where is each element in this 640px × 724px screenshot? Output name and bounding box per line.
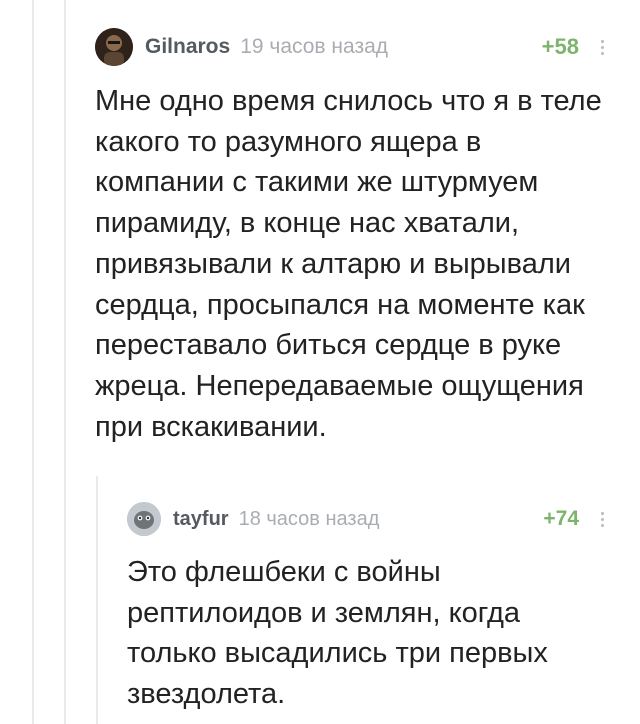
thread-line-reply[interactable]	[96, 476, 98, 724]
user-avatar-icon[interactable]	[95, 28, 133, 66]
comment-header: Gilnaros 19 часов назад +58	[95, 22, 605, 72]
rating: +74	[543, 507, 579, 530]
thread-line-inner[interactable]	[64, 0, 66, 724]
user-avatar-icon[interactable]	[127, 502, 161, 536]
comment-time[interactable]: 18 часов назад	[239, 508, 380, 531]
reply-comment: tayfur 18 часов назад +74 Это флешбеки с…	[127, 494, 605, 715]
more-options-icon[interactable]	[599, 39, 605, 55]
comment-text: Мне одно время снилось что я в теле како…	[95, 85, 602, 443]
more-options-icon[interactable]	[599, 511, 605, 527]
username[interactable]: tayfur	[173, 508, 229, 531]
rating: +58	[541, 34, 579, 59]
username[interactable]: Gilnaros	[145, 35, 230, 59]
comment-header: tayfur 18 часов назад +74	[127, 494, 605, 544]
comment-time[interactable]: 19 часов назад	[240, 35, 388, 59]
comment: Gilnaros 19 часов назад +58 Мне одно вре…	[95, 22, 605, 447]
comment-text: Это флешбеки с войны рептилоидов и земля…	[127, 556, 548, 711]
thread-line-outer	[32, 0, 34, 724]
